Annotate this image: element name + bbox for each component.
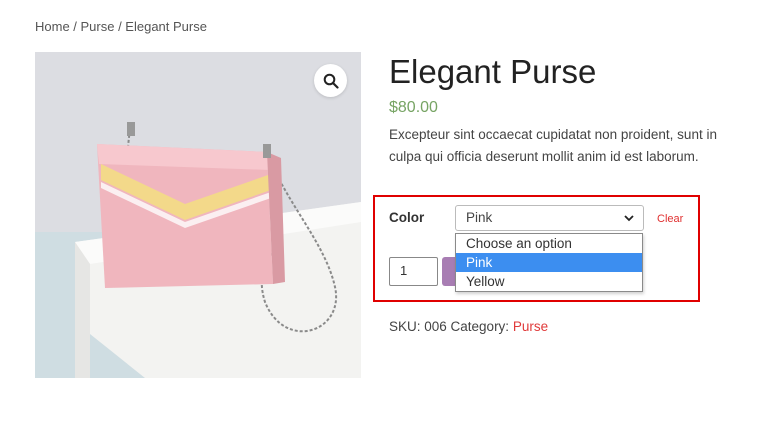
breadcrumb[interactable]: Home / Purse / Elegant Purse bbox=[35, 19, 207, 34]
clear-link[interactable]: Clear bbox=[657, 213, 683, 225]
search-icon bbox=[323, 73, 339, 89]
color-dropdown-list: Choose an option Pink Yellow bbox=[455, 233, 643, 292]
chevron-down-icon bbox=[624, 215, 634, 222]
option-choose[interactable]: Choose an option bbox=[456, 234, 642, 253]
product-description: Excepteur sint occaecat cupidatat non pr… bbox=[389, 127, 717, 164]
product-title: Elegant Purse bbox=[389, 53, 597, 90]
product-price: $80.00 bbox=[389, 99, 438, 116]
purse-photo bbox=[35, 52, 361, 378]
quantity-input[interactable]: 1 bbox=[389, 257, 438, 286]
option-pink[interactable]: Pink bbox=[456, 253, 642, 272]
color-select[interactable]: Pink bbox=[455, 205, 644, 231]
zoom-button[interactable] bbox=[314, 64, 347, 97]
option-yellow[interactable]: Yellow bbox=[456, 272, 642, 291]
sku-text: SKU: 006 Category: bbox=[389, 319, 510, 334]
color-label: Color bbox=[389, 210, 425, 225]
color-select-value: Pink bbox=[466, 210, 493, 225]
product-image[interactable] bbox=[35, 52, 361, 378]
product-meta: SKU: 006 Category: Purse bbox=[389, 319, 548, 334]
category-link[interactable]: Purse bbox=[513, 319, 548, 334]
